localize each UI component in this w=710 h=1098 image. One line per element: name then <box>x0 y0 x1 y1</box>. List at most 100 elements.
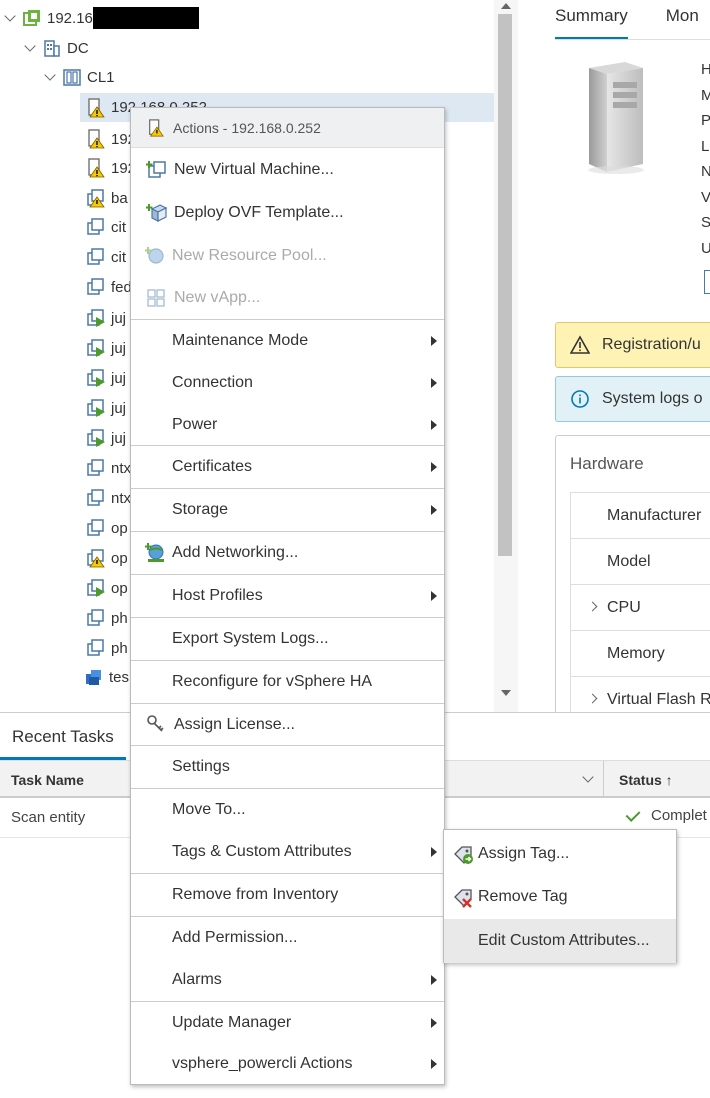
column-header-status[interactable]: Status ↑ <box>619 772 673 788</box>
menu-item-connection[interactable]: Connection <box>131 362 444 404</box>
menu-item-settings[interactable]: Settings <box>131 746 444 788</box>
chevron-down-icon[interactable] <box>24 41 38 55</box>
submenu-item-edit-custom-attributes[interactable]: Edit Custom Attributes... <box>444 919 676 963</box>
menu-item-export-system-logs[interactable]: Export System Logs... <box>131 618 444 660</box>
hardware-row-cpu[interactable]: CPU <box>571 585 710 631</box>
tree-item-datacenter[interactable]: DC <box>24 35 89 61</box>
menu-item-host-profiles[interactable]: Host Profiles <box>131 575 444 617</box>
tree-item-label: ntx <box>111 489 132 507</box>
hardware-label: Manufacturer <box>607 506 702 524</box>
tree-item-host[interactable]: 192 <box>86 126 136 152</box>
tree-item-vcenter[interactable]: 192.16 <box>4 5 199 31</box>
tree-item-vm-running[interactable]: juj <box>86 305 126 331</box>
hardware-card: Hardware Manufacturer Model CPU Memory V… <box>555 435 710 712</box>
tree-item-vm[interactable]: ph <box>86 605 128 631</box>
scroll-down-icon[interactable] <box>501 690 511 696</box>
host-warning-icon <box>149 118 164 136</box>
tree-item-vapp[interactable]: tes <box>84 664 129 690</box>
tree-item-label: op <box>111 549 128 567</box>
menu-item-powercli-actions[interactable]: vsphere_powercli Actions <box>131 1044 444 1084</box>
chevron-down-icon[interactable] <box>44 70 58 84</box>
submenu-arrow-icon <box>431 1018 437 1028</box>
remove-tag-icon <box>454 889 472 908</box>
menu-item-label: Remove from Inventory <box>172 886 339 903</box>
chevron-down-icon[interactable] <box>582 771 594 783</box>
host-warning-icon <box>86 97 106 118</box>
tab-monitor[interactable]: Mon <box>666 0 699 40</box>
submenu-arrow-icon <box>431 975 437 985</box>
tree-item-host[interactable]: 192 <box>86 155 136 181</box>
menu-item-new-resource-pool[interactable]: New Resource Pool... <box>131 235 444 277</box>
chevron-right-icon[interactable] <box>587 693 598 704</box>
tree-item-vm-running[interactable]: juj <box>86 365 126 391</box>
registration-warning-alert: Registration/u <box>555 322 710 368</box>
menu-item-add-networking[interactable]: Add Networking... <box>131 532 444 574</box>
menu-item-reconfigure-ha[interactable]: Reconfigure for vSphere HA <box>131 661 444 703</box>
column-header-task-name[interactable]: Task Name <box>11 772 84 788</box>
tree-item-vm[interactable]: fed <box>86 274 132 300</box>
tree-item-vm-running[interactable]: juj <box>86 425 126 451</box>
tree-item-vm[interactable]: cit <box>86 244 126 270</box>
tree-item-cluster[interactable]: CL1 <box>44 64 115 90</box>
menu-item-label: Tags & Custom Attributes <box>172 843 352 860</box>
tab-recent-tasks[interactable]: Recent Tasks <box>12 727 114 747</box>
menu-item-deploy-ovf[interactable]: Deploy OVF Template... <box>131 192 444 234</box>
hardware-row-virtual-flash[interactable]: Virtual Flash R <box>571 677 710 712</box>
menu-item-tags-custom-attributes[interactable]: Tags & Custom Attributes <box>131 831 444 873</box>
hardware-label: Model <box>607 552 651 570</box>
tree-item-vm-running[interactable]: op <box>86 575 128 601</box>
tree-item-vm[interactable]: op <box>86 545 128 571</box>
submenu-item-remove-tag[interactable]: Remove Tag <box>444 876 676 918</box>
menu-item-remove-from-inventory[interactable]: Remove from Inventory <box>131 874 444 916</box>
menu-item-move-to[interactable]: Move To... <box>131 789 444 831</box>
tree-item-vm[interactable]: op <box>86 515 128 541</box>
menu-item-new-vm[interactable]: New Virtual Machine... <box>131 149 444 191</box>
scrollbar-thumb[interactable] <box>498 14 512 556</box>
summary-label: V <box>701 188 710 206</box>
menu-item-update-manager[interactable]: Update Manager <box>131 1002 444 1044</box>
tree-item-vm[interactable]: ph <box>86 635 128 661</box>
tree-scrollbar[interactable] <box>494 0 518 712</box>
hardware-row-manufacturer: Manufacturer <box>571 493 710 539</box>
tree-item-vm[interactable]: cit <box>86 214 126 240</box>
action-icon[interactable] <box>704 270 710 294</box>
menu-item-label: Connection <box>172 374 253 391</box>
summary-label: P <box>701 112 710 129</box>
summary-label: U <box>701 239 710 257</box>
vm-icon <box>86 458 106 478</box>
tree-item-label: cit <box>111 218 126 236</box>
vm-warning-icon <box>86 188 106 208</box>
tabs-divider <box>555 39 710 40</box>
menu-item-label: Settings <box>172 758 230 775</box>
hardware-label: Memory <box>607 644 665 662</box>
tab-summary[interactable]: Summary <box>555 0 628 40</box>
tree-item-label: op <box>111 519 128 537</box>
chevron-down-icon[interactable] <box>4 11 18 25</box>
menu-item-storage[interactable]: Storage <box>131 489 444 531</box>
chevron-right-icon[interactable] <box>587 601 598 612</box>
menu-item-certificates[interactable]: Certificates <box>131 446 444 488</box>
tree-item-vm[interactable]: ntx <box>86 455 131 481</box>
tree-item-vm-running[interactable]: juj <box>86 395 126 421</box>
menu-item-add-permission[interactable]: Add Permission... <box>131 917 444 959</box>
deploy-ovf-icon <box>146 204 168 222</box>
vcenter-icon <box>22 8 42 28</box>
tree-item-vm[interactable]: ba <box>86 185 128 211</box>
vapp-blue-icon <box>84 667 104 687</box>
menu-item-assign-license[interactable]: Assign License... <box>131 704 444 745</box>
menu-item-new-vapp[interactable]: New vApp... <box>131 277 444 319</box>
column-divider[interactable] <box>603 761 604 797</box>
menu-item-label: Add Networking... <box>172 544 299 561</box>
object-tabs: Summary Mon <box>555 0 710 40</box>
menu-item-label: Move To... <box>172 801 246 818</box>
tags-submenu: Assign Tag... Remove Tag Edit Custom Att… <box>443 829 677 963</box>
redacted-text <box>92 7 199 29</box>
scroll-up-icon[interactable] <box>501 3 511 9</box>
tree-item-vm-running[interactable]: juj <box>86 335 126 361</box>
submenu-item-assign-tag[interactable]: Assign Tag... <box>444 833 676 875</box>
menu-item-maintenance-mode[interactable]: Maintenance Mode <box>131 320 444 362</box>
menu-item-alarms[interactable]: Alarms <box>131 959 444 1001</box>
tree-item-vm[interactable]: ntx <box>86 485 131 511</box>
vm-icon <box>86 638 106 658</box>
menu-item-power[interactable]: Power <box>131 404 444 445</box>
